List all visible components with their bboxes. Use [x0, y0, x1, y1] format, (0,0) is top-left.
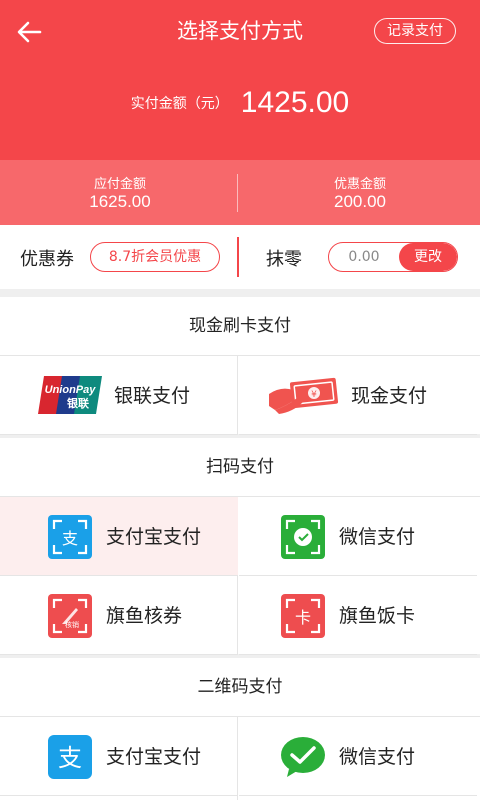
- meal-card-option[interactable]: 卡 旗鱼饭卡: [239, 576, 477, 655]
- coupon-verify-option[interactable]: 核销 旗鱼核券: [0, 576, 238, 655]
- alipay-icon: 支: [48, 735, 92, 779]
- scan-wechat-label: 微信支付: [339, 526, 416, 548]
- svg-text:核销: 核销: [65, 620, 79, 629]
- qrcode-section: 二维码支付 支 支付宝支付 微信支付: [0, 658, 480, 800]
- round-off-control: 0.00 更改: [328, 242, 458, 272]
- svg-text:¥: ¥: [311, 390, 317, 400]
- qr-wechat-label: 微信支付: [339, 746, 416, 768]
- round-off-label: 抹零: [266, 249, 302, 270]
- paid-amount-row: 实付金额（元） 1425.00: [0, 86, 480, 120]
- payable-column: 应付金额 1625.00: [0, 160, 240, 225]
- coupon-verify-label: 旗鱼核券: [106, 605, 183, 627]
- scan-alipay-option[interactable]: 支 支付宝支付: [0, 497, 238, 576]
- discount-divider: [237, 237, 239, 277]
- qr-alipay-label: 支付宝支付: [106, 746, 202, 768]
- payable-value: 1625.00: [89, 192, 151, 211]
- scan-wechat-option[interactable]: 微信支付: [239, 497, 477, 576]
- unionpay-icon: UnionPay 银联: [38, 376, 102, 414]
- svg-text:卡: 卡: [295, 608, 311, 627]
- discount-row: 优惠券 8.7折会员优惠 抹零 0.00 更改: [0, 225, 480, 289]
- scan-section-title: 扫码支付: [0, 438, 480, 497]
- cash-icon: ¥: [269, 377, 339, 414]
- amount-summary: 应付金额 1625.00 优惠金额 200.00: [0, 160, 480, 225]
- unionpay-label: 银联支付: [114, 385, 191, 407]
- round-off-input[interactable]: 0.00: [329, 243, 399, 271]
- header: 选择支付方式 记录支付 实付金额（元） 1425.00: [0, 0, 480, 160]
- discount-column: 优惠金额 200.00: [240, 160, 480, 225]
- svg-text:银联: 银联: [67, 396, 89, 410]
- discount-value: 200.00: [334, 192, 386, 211]
- discount-label: 优惠金额: [333, 177, 386, 192]
- unionpay-option[interactable]: UnionPay 银联 银联支付: [0, 356, 238, 435]
- cash-card-section-title: 现金刷卡支付: [0, 297, 480, 356]
- coupon-selector[interactable]: 8.7折会员优惠: [90, 242, 220, 272]
- paid-label: 实付金额（元）: [130, 96, 229, 112]
- meal-card-label: 旗鱼饭卡: [339, 605, 416, 627]
- wechat-pay-icon: [281, 737, 325, 777]
- wechat-scan-icon: [281, 515, 325, 559]
- svg-text:UnionPay: UnionPay: [45, 384, 97, 396]
- cash-option[interactable]: ¥ 现金支付: [239, 356, 477, 435]
- record-payment-button[interactable]: 记录支付: [374, 18, 456, 44]
- svg-text:支: 支: [62, 529, 78, 548]
- scan-alipay-label: 支付宝支付: [106, 526, 202, 548]
- alipay-scan-icon: 支: [48, 515, 92, 559]
- summary-divider: [237, 174, 238, 212]
- payable-label: 应付金额: [93, 177, 146, 192]
- svg-text:支: 支: [58, 744, 82, 772]
- cash-card-section: 现金刷卡支付 UnionPay 银联 银联支付 ¥ 现金支付: [0, 297, 480, 435]
- meal-card-icon: 卡: [281, 594, 325, 638]
- change-round-off-button[interactable]: 更改: [399, 243, 457, 271]
- cash-label: 现金支付: [351, 385, 428, 407]
- paid-amount: 1425.00: [240, 86, 350, 119]
- scan-section: 扫码支付 支 支付宝支付 微信支付 核销 旗鱼核券 卡 旗鱼饭卡: [0, 438, 480, 655]
- qr-wechat-option[interactable]: 微信支付: [239, 717, 477, 796]
- qr-alipay-option[interactable]: 支 支付宝支付: [0, 717, 238, 796]
- qrcode-section-title: 二维码支付: [0, 658, 480, 717]
- coupon-verify-icon: 核销: [48, 594, 92, 638]
- coupon-label: 优惠券: [20, 249, 74, 270]
